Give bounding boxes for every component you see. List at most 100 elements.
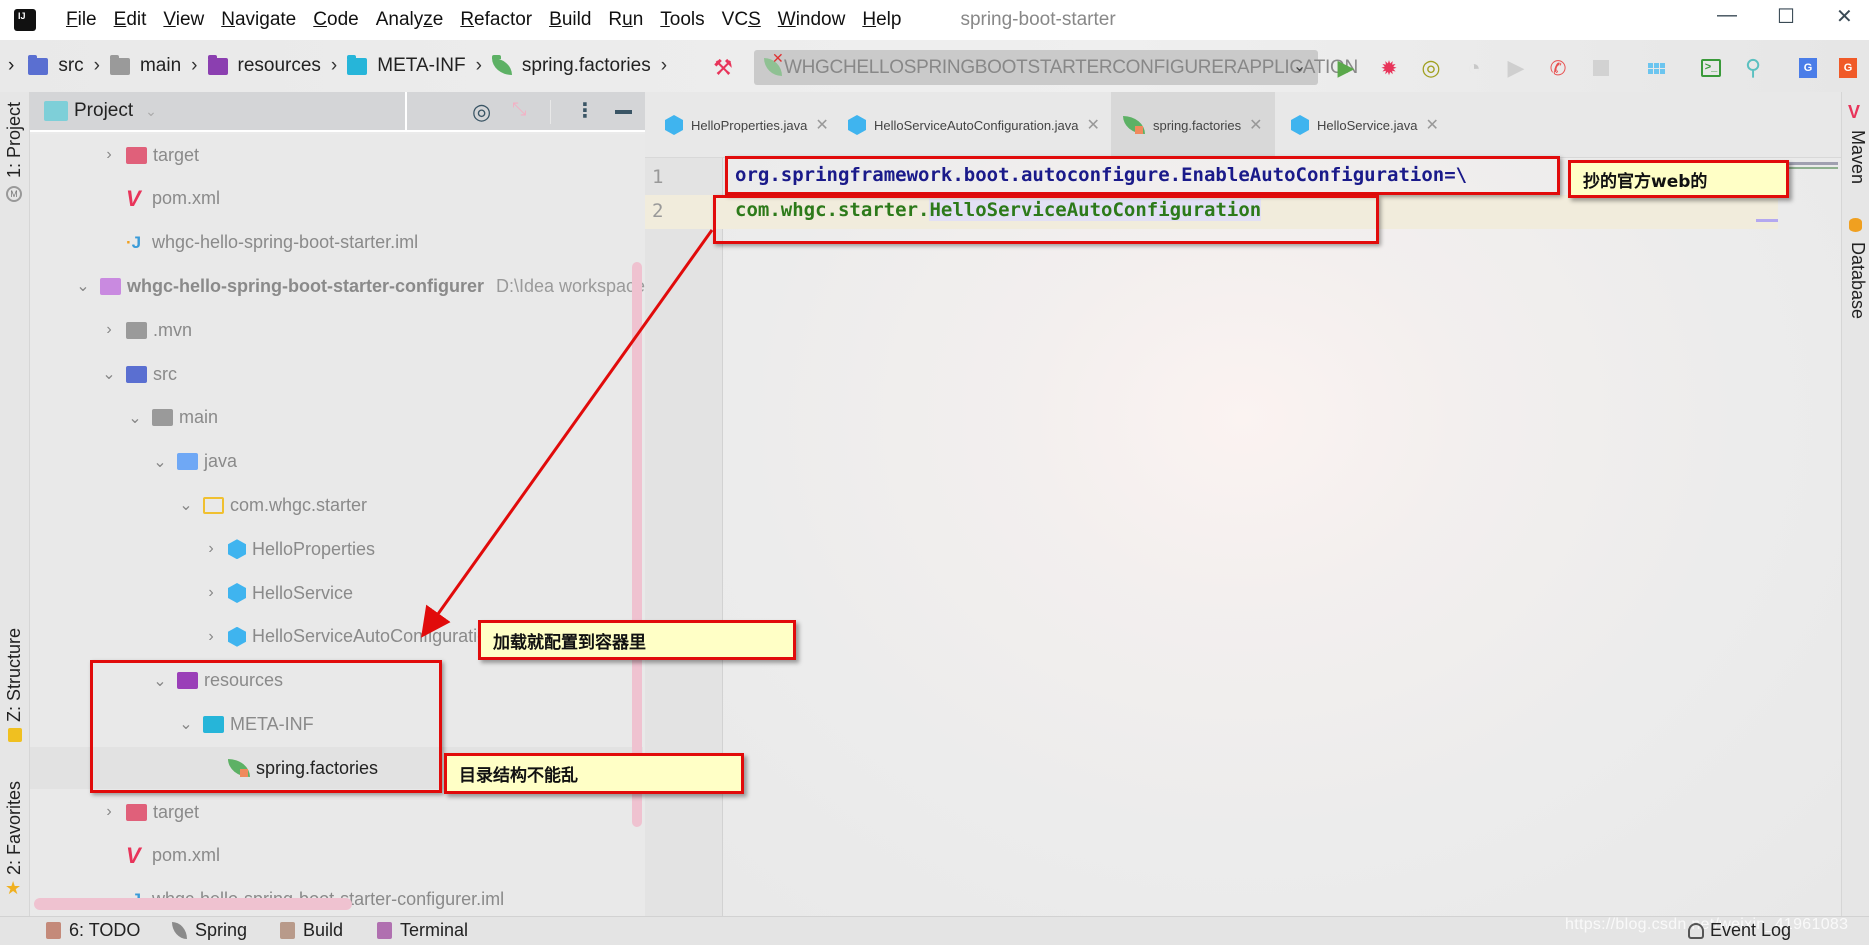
menu-window[interactable]: Window: [778, 9, 846, 31]
menu-refactor[interactable]: Refactor: [460, 9, 532, 31]
menu-vcs[interactable]: VCS: [722, 9, 761, 31]
status-terminal[interactable]: Terminal: [377, 920, 468, 941]
intellij-logo-icon[interactable]: IJ: [11, 6, 36, 31]
error-x-icon: ✕: [772, 50, 784, 66]
project-panel-title[interactable]: Project: [74, 100, 133, 122]
breadcrumb-main[interactable]: main ›: [109, 54, 208, 77]
google-translate-icon[interactable]: G: [1795, 55, 1821, 81]
menu-edit[interactable]: Edit: [114, 9, 147, 31]
minimize-button[interactable]: —: [1717, 4, 1737, 27]
tree-item-label: HelloServiceAutoConfiguration: [252, 626, 498, 647]
close-tab-icon[interactable]: ✕: [1425, 115, 1438, 135]
breadcrumb-label: resources: [237, 55, 321, 76]
menu-help[interactable]: Help: [862, 9, 901, 31]
code-editor[interactable]: [723, 158, 1841, 918]
status-build[interactable]: Build: [280, 920, 343, 941]
google-translate-alt-icon[interactable]: G: [1835, 55, 1861, 81]
collapse-all-icon[interactable]: ⤡: [512, 99, 526, 120]
chevron-right-icon[interactable]: ›: [100, 803, 118, 821]
tool-tab-structure[interactable]: Z: Structure: [4, 628, 25, 722]
editor-tab[interactable]: HelloServiceAutoConfiguration.java ✕: [836, 92, 1112, 158]
tree-item[interactable]: Vpom.xml: [100, 178, 220, 220]
tree-item[interactable]: ⌄ com.whgc.starter: [177, 484, 367, 526]
editor-tab-bar: HelloProperties.java ✕ HelloServiceAutoCon…: [645, 92, 1841, 159]
menu-file[interactable]: File: [66, 9, 97, 31]
stop-call-icon[interactable]: ✆: [1545, 55, 1571, 81]
chevron-right-icon[interactable]: ›: [202, 540, 220, 558]
menu-code[interactable]: Code: [313, 9, 358, 31]
menu-build[interactable]: Build: [549, 9, 591, 31]
tool-tab-project[interactable]: 1: Project: [4, 102, 25, 178]
chevron-right-icon[interactable]: ›: [100, 146, 118, 164]
tool-tab-maven[interactable]: Maven: [1847, 130, 1868, 184]
tree-horizontal-scrollbar[interactable]: [34, 898, 352, 910]
tree-item-label: target: [153, 801, 200, 822]
chevron-down-icon[interactable]: ⌄: [145, 103, 157, 120]
tree-item[interactable]: ⌄ main: [126, 397, 218, 439]
package-icon: [203, 496, 224, 514]
nav-back-chevron-icon[interactable]: ›: [8, 55, 14, 77]
chevron-down-icon[interactable]: ⌄: [177, 495, 195, 515]
menu-analyze[interactable]: Analyze: [376, 9, 444, 31]
tree-item[interactable]: › HelloServiceAutoConfiguration: [202, 616, 497, 658]
locate-target-icon[interactable]: ◎: [472, 99, 491, 125]
status-todo[interactable]: 6: TODO: [46, 920, 140, 941]
close-tab-icon[interactable]: ✕: [1249, 115, 1262, 135]
status-spring[interactable]: Spring: [172, 920, 247, 941]
excluded-folder-icon: [126, 146, 147, 164]
breadcrumb-meta-inf[interactable]: META-INF ›: [347, 54, 492, 77]
build-hammer-icon[interactable]: ⚒: [710, 55, 736, 81]
tree-item[interactable]: › .mvn: [100, 309, 192, 351]
chevron-down-icon[interactable]: ⌄: [74, 276, 92, 296]
tree-item[interactable]: › HelloProperties: [202, 528, 375, 570]
tree-item-label: target: [153, 144, 200, 165]
editor-tab[interactable]: spring.factories ✕: [1111, 92, 1275, 159]
tree-item-label: HelloProperties: [252, 538, 376, 559]
tree-vertical-scrollbar[interactable]: [632, 262, 642, 827]
close-tab-icon[interactable]: ✕: [1087, 115, 1100, 135]
tab-label: HelloService.java: [1317, 117, 1418, 133]
menu-tools[interactable]: Tools: [660, 9, 704, 31]
tree-item[interactable]: › HelloService: [202, 572, 353, 614]
attach-icon[interactable]: ▶: [1503, 55, 1529, 81]
chevron-down-icon[interactable]: ⌄: [126, 408, 144, 428]
tool-tab-favorites[interactable]: 2: Favorites: [4, 781, 25, 875]
breadcrumb-spring-factories[interactable]: spring.factories ›: [491, 54, 677, 77]
maximize-button[interactable]: ☐: [1777, 4, 1795, 29]
terminal-icon[interactable]: >_: [1698, 55, 1724, 81]
tree-item[interactable]: ⌄ java: [151, 441, 237, 483]
project-structure-icon[interactable]: [1643, 55, 1669, 81]
run-icon[interactable]: ▶: [1333, 55, 1359, 81]
tree-item[interactable]: › target: [100, 134, 199, 176]
menu-view[interactable]: View: [163, 9, 204, 31]
run-configuration-select[interactable]: ✕ WHGCHELLOSPRINGBOOTSTARTERCONFIGURERAP…: [754, 50, 1358, 85]
tree-item[interactable]: ·J whgc-hello-spring-boot-starter.iml: [100, 222, 418, 264]
chevron-right-icon[interactable]: ›: [202, 584, 220, 602]
breadcrumb-src[interactable]: src ›: [28, 54, 110, 77]
hide-panel-icon[interactable]: [615, 110, 632, 114]
tool-tab-database[interactable]: Database: [1847, 242, 1868, 319]
chevron-down-icon[interactable]: ⌄: [151, 452, 169, 472]
tree-item[interactable]: ⌄ src: [100, 353, 177, 395]
editor-tab[interactable]: HelloProperties.java ✕: [653, 92, 841, 158]
chevron-down-icon[interactable]: ⌄: [100, 364, 118, 384]
stop-icon[interactable]: [1588, 55, 1614, 81]
close-window-button[interactable]: ✕: [1836, 4, 1853, 29]
close-tab-icon[interactable]: ✕: [815, 115, 828, 135]
event-log-button[interactable]: Event Log: [1688, 920, 1791, 941]
tree-item[interactable]: ⌄ whgc-hello-spring-boot-starter-configur…: [74, 265, 645, 307]
run-with-coverage-icon[interactable]: ◎: [1418, 55, 1444, 81]
profiler-icon[interactable]: ◔: [1461, 55, 1487, 81]
breadcrumb-resources[interactable]: resources ›: [207, 54, 348, 77]
chevron-right-icon[interactable]: ›: [202, 628, 220, 646]
search-icon[interactable]: ⚲: [1740, 55, 1766, 81]
menu-run[interactable]: Run: [608, 9, 643, 31]
menu-navigate[interactable]: Navigate: [221, 9, 296, 31]
chevron-right-icon[interactable]: ›: [100, 321, 118, 339]
debug-icon[interactable]: ✹: [1376, 55, 1402, 81]
more-options-icon[interactable]: ⋮: [575, 98, 595, 123]
tree-item[interactable]: › target: [100, 791, 199, 833]
editor-tab[interactable]: HelloService.java ✕: [1279, 92, 1451, 158]
maven-icon: V: [126, 185, 141, 211]
tree-item[interactable]: Vpom.xml: [100, 835, 220, 877]
